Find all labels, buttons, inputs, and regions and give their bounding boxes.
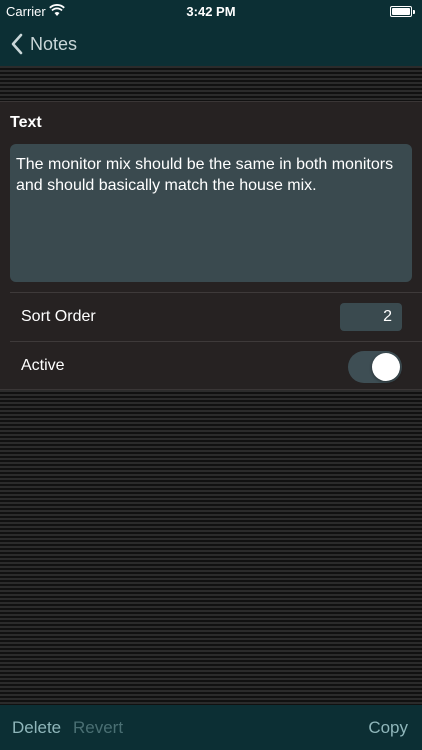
note-text-area[interactable]: The monitor mix should be the same in bo… — [10, 144, 412, 282]
text-section-label: Text — [10, 114, 42, 131]
active-toggle[interactable] — [348, 351, 402, 383]
note-form: Text The monitor mix should be the same … — [0, 101, 422, 390]
sort-order-row: Sort Order 2 — [10, 292, 422, 341]
sort-order-input[interactable]: 2 — [340, 303, 402, 331]
delete-button[interactable]: Delete — [12, 718, 61, 738]
sort-order-label: Sort Order — [21, 308, 96, 325]
toggle-knob — [372, 353, 400, 381]
back-button-label: Notes — [30, 33, 78, 54]
status-time: 3:42 PM — [186, 4, 236, 19]
chevron-left-icon — [11, 33, 23, 55]
bottom-toolbar: Delete Revert Copy — [0, 705, 422, 750]
active-label: Active — [21, 357, 65, 374]
copy-button[interactable]: Copy — [368, 718, 408, 738]
top-bar: Carrier 3:42 PM Notes — [0, 0, 422, 66]
battery-icon — [390, 6, 415, 17]
revert-button[interactable]: Revert — [73, 718, 123, 738]
active-row: Active — [10, 341, 422, 390]
back-button[interactable]: Notes — [10, 30, 77, 58]
status-bar: Carrier 3:42 PM — [0, 0, 422, 22]
